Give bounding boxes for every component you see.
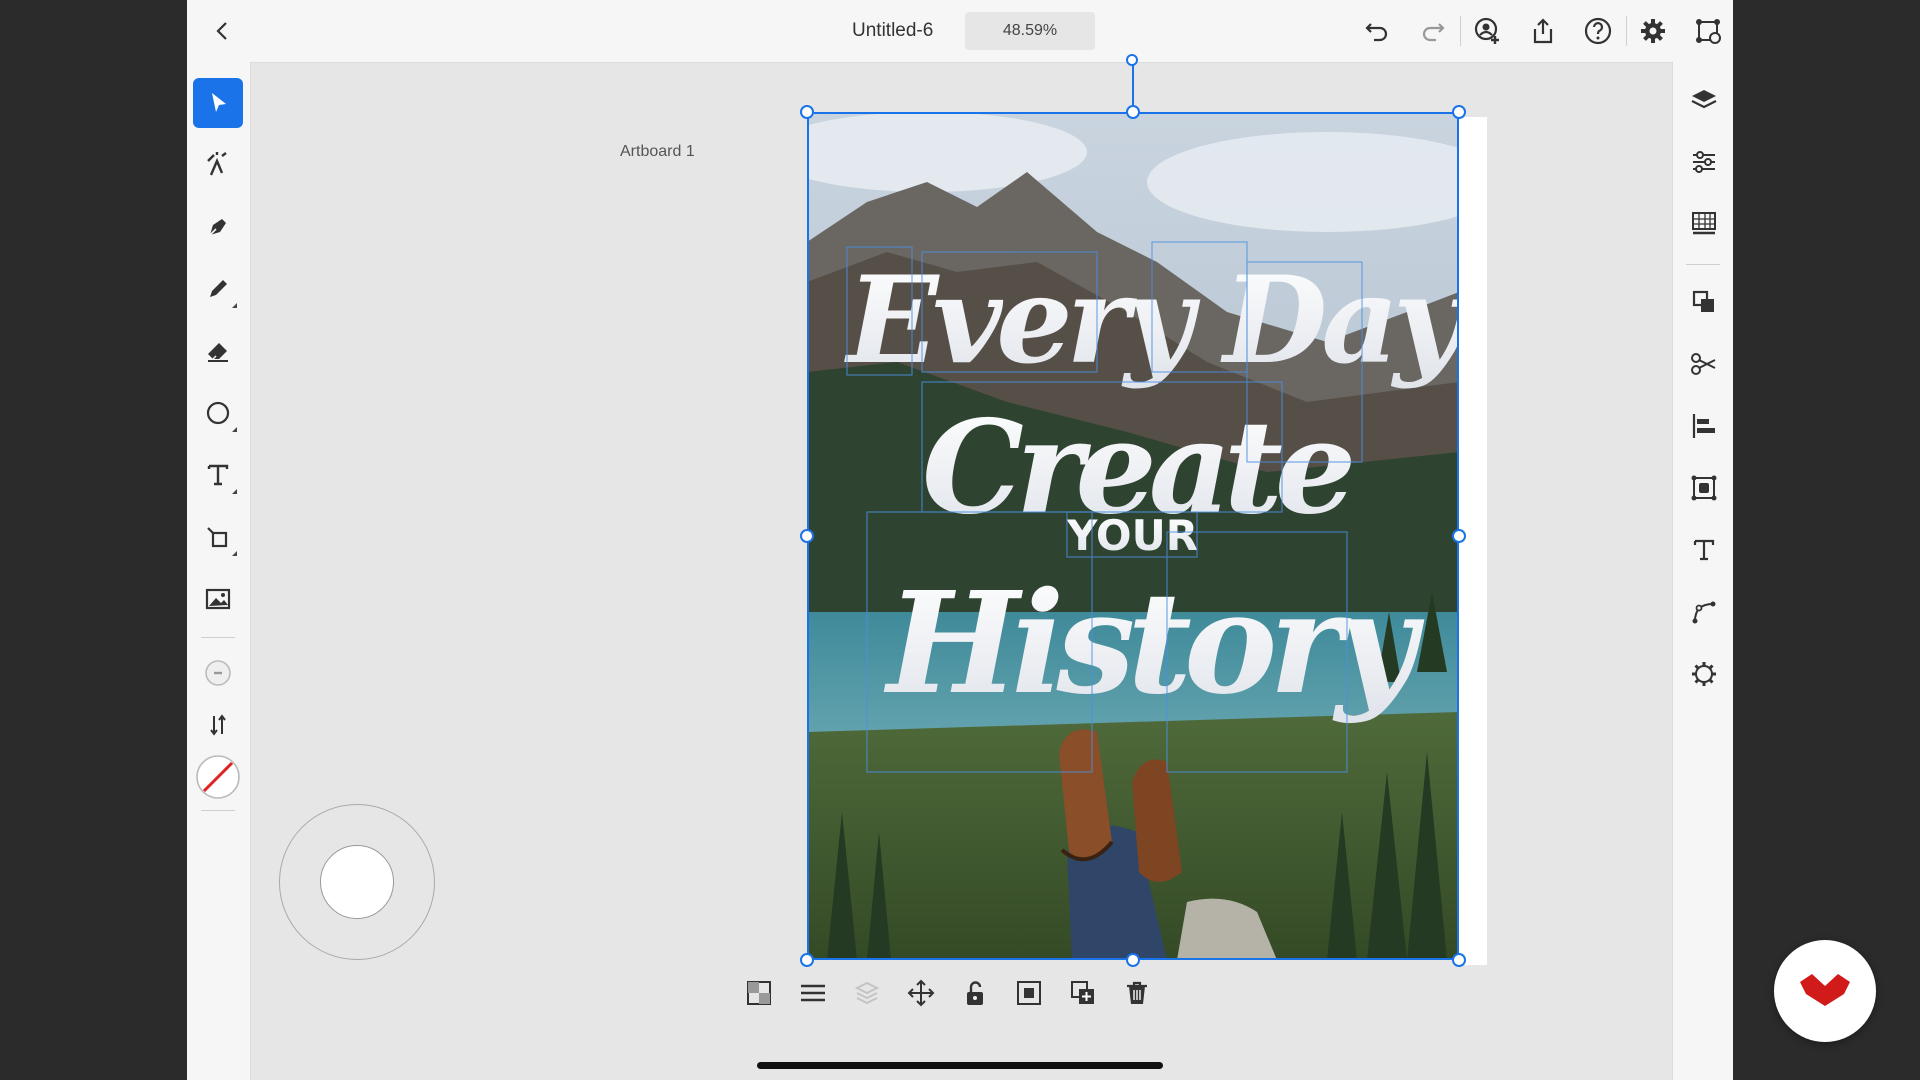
mask-frame-icon[interactable] <box>1014 978 1044 1008</box>
brand-logo <box>1774 940 1876 1042</box>
align-left-icon[interactable] <box>1688 410 1720 442</box>
share-export-icon[interactable] <box>1528 16 1558 46</box>
rotation-handle[interactable] <box>1126 54 1138 66</box>
direct-selection-tool[interactable] <box>193 140 243 190</box>
pencil-tool[interactable] <box>193 264 243 314</box>
pen-nib-icon <box>209 219 226 236</box>
rotation-stem <box>1132 62 1134 106</box>
eraser-tool[interactable] <box>193 326 243 376</box>
duplicate-icon[interactable] <box>1068 978 1098 1008</box>
swap-fill-stroke-button[interactable] <box>193 700 243 750</box>
toolbar-separator <box>201 810 235 811</box>
libraries-swatch-icon[interactable] <box>1688 208 1720 240</box>
circle-shape-icon <box>206 401 230 425</box>
no-fill-swatch-icon <box>196 755 240 799</box>
resize-handle-left[interactable] <box>800 529 814 543</box>
arrange-stack-icon[interactable] <box>1688 286 1720 318</box>
move-arrows-icon[interactable] <box>906 978 936 1008</box>
settings-gear-icon[interactable] <box>1638 16 1668 46</box>
place-image-tool[interactable] <box>193 574 243 624</box>
eraser-icon <box>208 343 228 362</box>
resize-handle-top[interactable] <box>1126 105 1140 119</box>
trash-icon[interactable] <box>1122 978 1152 1008</box>
stroke-minus-icon <box>205 660 231 686</box>
modifier-joystick-knob[interactable] <box>320 845 394 919</box>
left-toolbar <box>187 62 251 1080</box>
resize-handle-bottom[interactable] <box>1126 953 1140 967</box>
resize-handle-right[interactable] <box>1452 529 1466 543</box>
scissors-cut-icon[interactable] <box>1688 348 1720 380</box>
image-icon <box>205 588 231 610</box>
arrow-pointer-icon <box>212 93 226 112</box>
panel-separator <box>1686 264 1720 265</box>
resize-handle-br[interactable] <box>1452 953 1466 967</box>
home-indicator <box>757 1062 1163 1069</box>
type-panel-icon[interactable] <box>1688 534 1720 566</box>
top-toolbar: Untitled-6 48.59% <box>187 0 1733 63</box>
zoom-level-field[interactable]: 48.59% <box>965 12 1095 50</box>
tool-options-caret <box>232 551 237 556</box>
right-toolbar <box>1672 62 1733 1080</box>
shape-tool[interactable] <box>193 388 243 438</box>
pencil-icon <box>210 280 227 297</box>
selection-tool[interactable] <box>193 78 243 128</box>
redo-icon[interactable] <box>1418 16 1448 46</box>
toolbar-divider <box>1626 16 1627 46</box>
menu-lines-icon[interactable] <box>798 978 828 1008</box>
resize-handle-tl[interactable] <box>800 105 814 119</box>
toolbar-separator <box>201 637 235 638</box>
crop-transform-icon <box>207 527 228 548</box>
pen-tool[interactable] <box>193 202 243 252</box>
resize-handle-tr[interactable] <box>1452 105 1466 119</box>
repeat-grid-icon[interactable] <box>1688 472 1720 504</box>
fill-color-swatch[interactable] <box>193 752 243 802</box>
transform-tool[interactable] <box>193 512 243 562</box>
artboard-preview-icon[interactable] <box>1693 16 1723 46</box>
opacity-checker-icon[interactable] <box>744 978 774 1008</box>
back-chevron-icon[interactable] <box>211 19 235 43</box>
node-select-icon <box>207 152 227 176</box>
tool-options-caret <box>232 489 237 494</box>
text-t-icon <box>207 464 229 486</box>
tool-options-caret <box>232 427 237 432</box>
red-v-logo-icon <box>1800 974 1850 1006</box>
stack-disabled-icon <box>854 981 880 1005</box>
toolbar-divider <box>1460 16 1461 46</box>
invite-user-icon[interactable] <box>1473 16 1503 46</box>
plugin-gear-icon[interactable] <box>1688 658 1720 690</box>
properties-sliders-icon[interactable] <box>1688 146 1720 178</box>
path-curve-icon[interactable] <box>1688 596 1720 628</box>
undo-icon[interactable] <box>1362 16 1392 46</box>
help-icon[interactable] <box>1583 16 1613 46</box>
document-title[interactable]: Untitled-6 <box>852 20 933 42</box>
tool-options-caret <box>232 303 237 308</box>
layers-icon[interactable] <box>1688 84 1720 116</box>
artboard-label[interactable]: Artboard 1 <box>620 143 695 161</box>
stroke-width-control[interactable] <box>193 648 243 698</box>
artboard-selection-box <box>807 112 1459 960</box>
text-tool[interactable] <box>193 450 243 500</box>
unlock-icon[interactable] <box>960 978 990 1008</box>
resize-handle-bl[interactable] <box>800 953 814 967</box>
swap-arrows-icon <box>210 714 226 736</box>
